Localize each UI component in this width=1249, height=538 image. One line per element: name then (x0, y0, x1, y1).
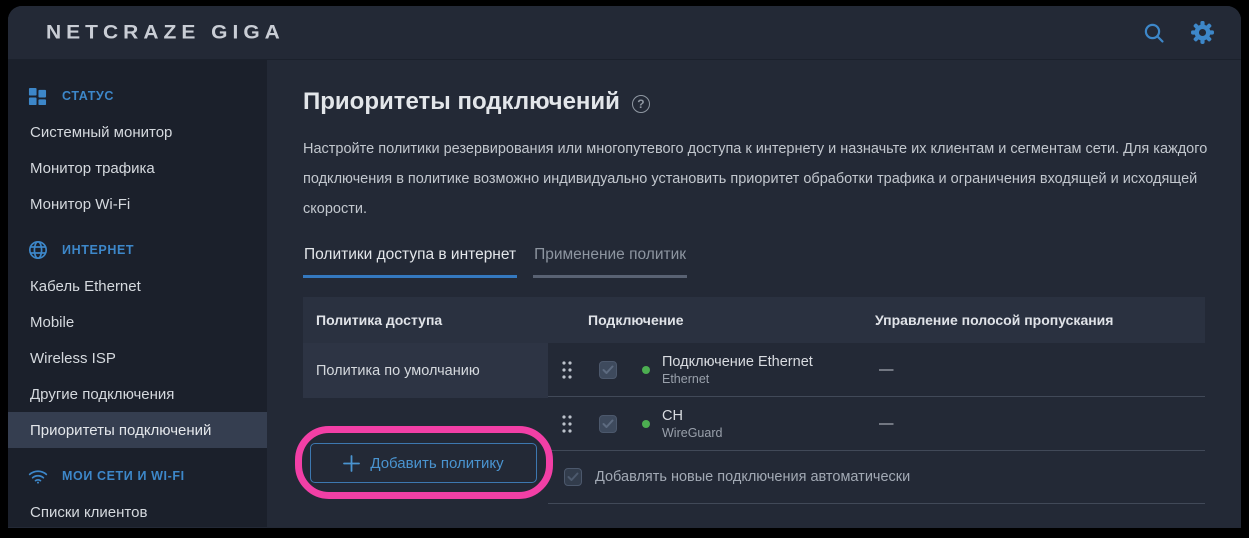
status-connected-dot (642, 366, 650, 374)
column-header-policy: Политика доступа (303, 312, 548, 328)
table-header-row: Политика доступа Подключение Управление … (303, 297, 1205, 343)
sidebar-section-my-networks[interactable]: МОИ СЕТИ И WI-FI (8, 458, 267, 494)
app-window: NETCRAZE GIGA (8, 6, 1241, 528)
column-header-connection: Подключение (548, 312, 873, 328)
add-policy-label: Добавить политику (370, 455, 503, 472)
auto-add-row: Добавлять новые подключения автоматическ… (548, 451, 1205, 504)
sidebar-item-mobile[interactable]: Mobile (8, 304, 267, 340)
wifi-icon (28, 466, 48, 486)
sidebar-item-ethernet-cable[interactable]: Кабель Ethernet (8, 268, 267, 304)
sidebar-item-wireless-isp[interactable]: Wireless ISP (8, 340, 267, 376)
status-connected-dot (642, 420, 650, 428)
sidebar-item-traffic-monitor[interactable]: Монитор трафика (8, 150, 267, 186)
page-title: Приоритеты подключений (303, 88, 620, 116)
drag-handle-icon[interactable] (561, 414, 575, 434)
sidebar-item-wifi-monitor[interactable]: Монитор Wi-Fi (8, 186, 267, 222)
page-description: Настройте политики резервирования или мн… (303, 134, 1208, 224)
settings-gear-icon[interactable] (1189, 20, 1215, 46)
tab-bar: Политики доступа в интернет Применение п… (303, 246, 1205, 278)
top-header-bar: NETCRAZE GIGA (8, 6, 1241, 60)
sidebar-item-system-monitor[interactable]: Системный монитор (8, 114, 267, 150)
connection-name: CH (662, 408, 875, 424)
tab-access-policies[interactable]: Политики доступа в интернет (303, 246, 517, 278)
globe-icon (28, 240, 48, 260)
help-icon[interactable]: ? (632, 95, 650, 113)
policy-name-cell[interactable]: Политика по умолчанию (303, 343, 548, 398)
bandwidth-value: — (875, 362, 894, 378)
connection-checkbox[interactable] (599, 415, 617, 433)
sidebar-item-connection-priorities[interactable]: Приоритеты подключений (8, 412, 267, 448)
auto-add-label[interactable]: Добавлять новые подключения автоматическ… (595, 469, 910, 485)
connection-type: Ethernet (662, 372, 875, 386)
sidebar-item-other-connections[interactable]: Другие подключения (8, 376, 267, 412)
auto-add-checkbox[interactable] (564, 468, 582, 486)
drag-handle-icon[interactable] (561, 360, 575, 380)
add-policy-button[interactable]: Добавить политику (310, 443, 537, 483)
connection-row-ethernet: Подключение Ethernet Ethernet — (548, 343, 1205, 397)
dashboard-icon (28, 86, 48, 106)
sidebar-section-label: МОИ СЕТИ И WI-FI (62, 469, 185, 483)
search-icon[interactable] (1141, 20, 1167, 46)
connection-row-ch: CH WireGuard — (548, 397, 1205, 451)
sidebar-section-internet[interactable]: ИНТЕРНЕТ (8, 232, 267, 268)
sidebar-item-client-lists[interactable]: Списки клиентов (8, 494, 267, 528)
plus-icon (343, 455, 360, 472)
sidebar-nav: СТАТУС Системный монитор Монитор трафика… (8, 60, 267, 527)
bandwidth-value: — (875, 416, 894, 432)
connection-name: Подключение Ethernet (662, 354, 875, 370)
sidebar-section-status[interactable]: СТАТУС (8, 78, 267, 114)
column-header-bandwidth: Управление полосой пропускания (873, 312, 1205, 328)
brand-logo: NETCRAZE GIGA (46, 21, 285, 43)
connection-type: WireGuard (662, 426, 875, 440)
sidebar-section-label: СТАТУС (62, 89, 114, 103)
connection-checkbox[interactable] (599, 361, 617, 379)
tab-policy-application[interactable]: Применение политик (533, 246, 687, 278)
main-content: Приоритеты подключений ? Настройте полит… (267, 60, 1241, 527)
sidebar-section-label: ИНТЕРНЕТ (62, 243, 134, 257)
